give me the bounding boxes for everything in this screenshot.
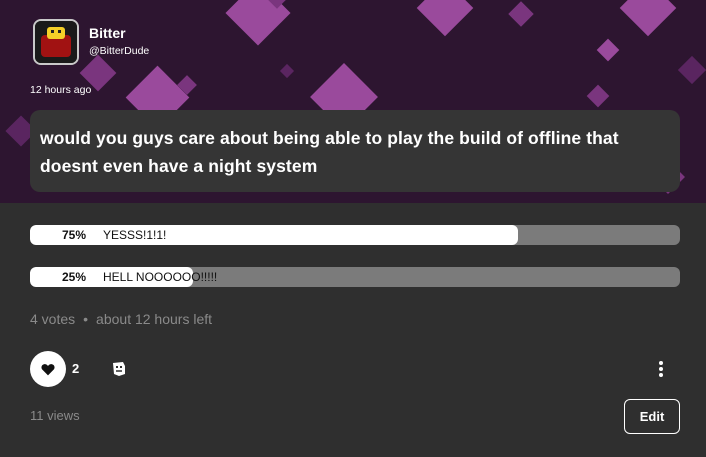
poll-time-left: about 12 hours left (96, 311, 213, 327)
emoji-reaction-icon[interactable] (110, 360, 128, 378)
banner-diamond (619, 0, 677, 37)
banner-diamond (586, 84, 610, 108)
vote-count: 4 votes (30, 311, 76, 327)
more-vertical-icon (659, 361, 663, 365)
banner-diamond (225, 0, 291, 46)
like-count: 2 (72, 361, 80, 376)
poll-option-label: YESSS!1!1! (103, 228, 167, 242)
post-timestamp: 12 hours ago (30, 84, 92, 96)
poll-option-label: HELL NOOOOOO!!!!! (103, 270, 218, 284)
poll-option-percent: 75% (62, 228, 87, 242)
poll-option-percent: 25% (62, 270, 87, 284)
poll-question: would you guys care about being able to … (40, 128, 619, 176)
banner-diamond (677, 55, 706, 85)
edit-button[interactable]: Edit (624, 399, 680, 434)
more-vertical-icon (659, 367, 663, 371)
banner-diamond (508, 1, 534, 27)
banner-diamond (416, 0, 474, 37)
poll-meta: 4 votes • about 12 hours left (30, 311, 212, 327)
banner-diamond (596, 38, 620, 62)
meta-separator: • (83, 311, 89, 327)
author-avatar[interactable] (33, 19, 79, 65)
like-button[interactable] (30, 351, 66, 387)
view-count: 11 views (30, 408, 80, 423)
banner-diamond (279, 63, 295, 79)
poll-option-1[interactable]: 75% YESSS!1!1! (30, 225, 680, 245)
poll-option-2[interactable]: 25% HELL NOOOOOO!!!!! (30, 267, 680, 287)
more-options-button[interactable] (652, 359, 670, 379)
heart-icon (41, 363, 55, 375)
author-name[interactable]: Bitter (89, 25, 126, 41)
poll-question-card: would you guys care about being able to … (30, 110, 680, 192)
author-handle[interactable]: @BitterDude (89, 45, 149, 57)
more-vertical-icon (659, 373, 663, 377)
